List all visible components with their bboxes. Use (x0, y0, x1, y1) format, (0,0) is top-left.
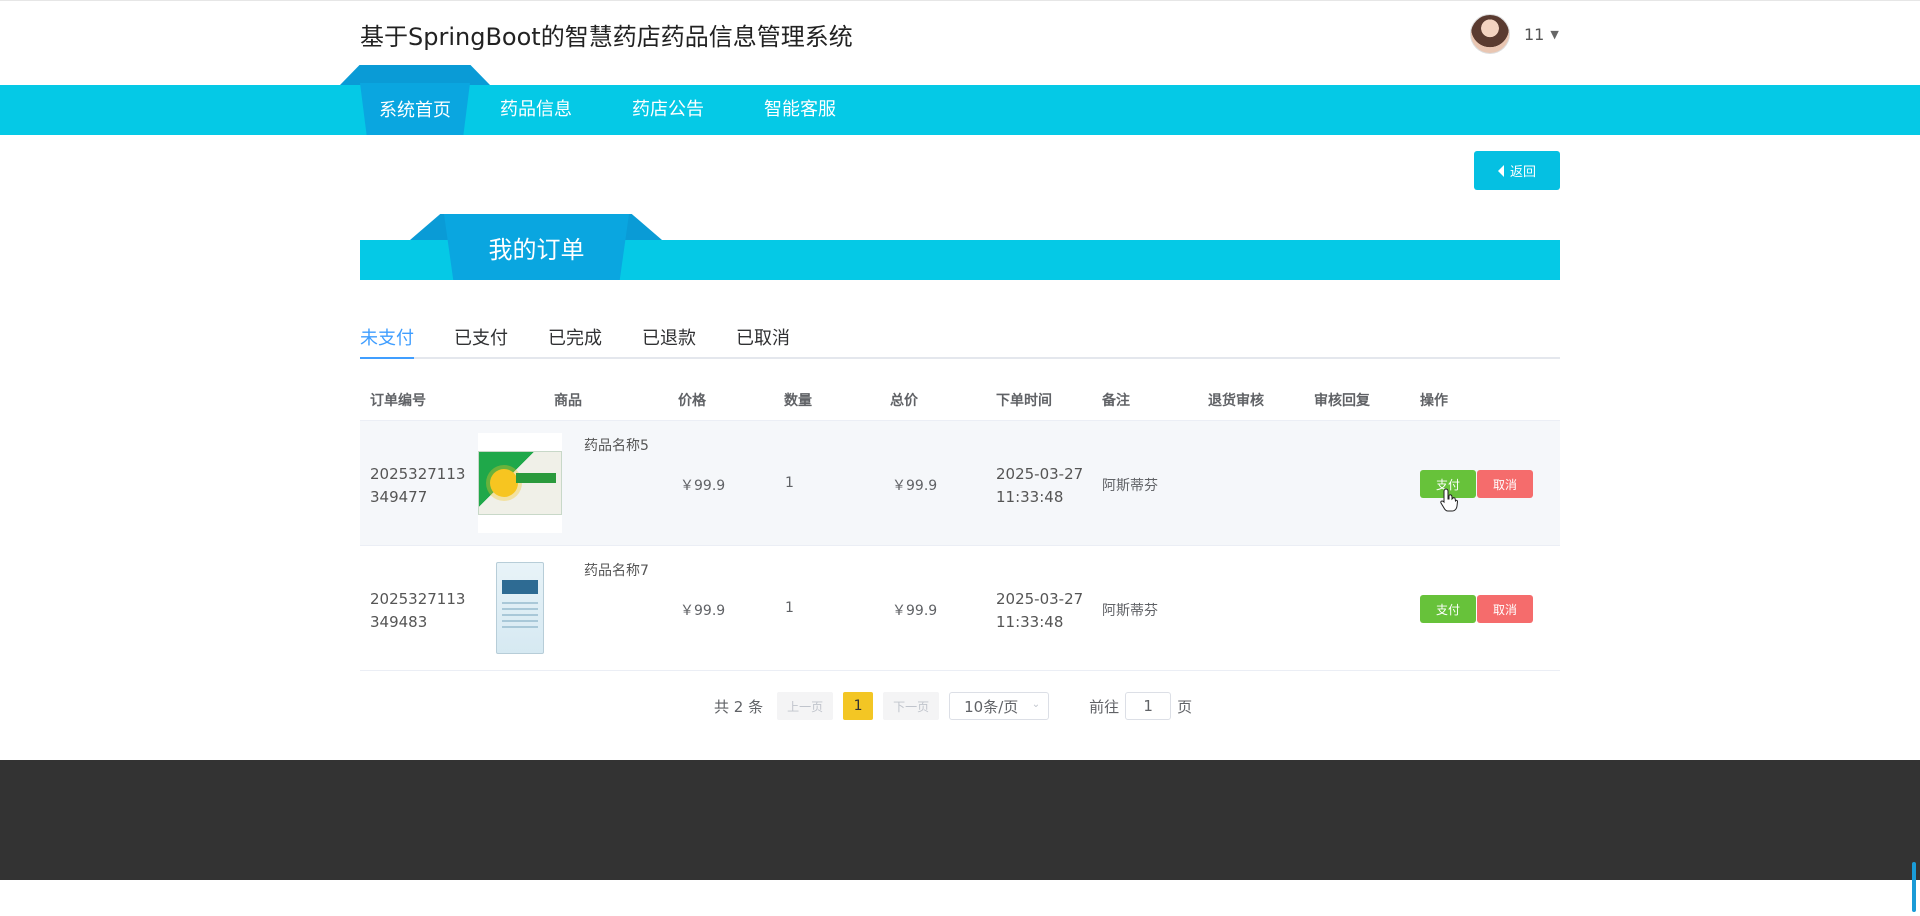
active-tab-underline (360, 357, 414, 359)
column-header: 价格 (678, 393, 706, 409)
pagination-total: 共 2 条 (714, 697, 764, 716)
caret-left-icon (1497, 164, 1504, 177)
chevron-down-icon: ⌄ (1031, 699, 1041, 710)
nav-item-home[interactable]: 系统首页 (340, 65, 490, 135)
column-header: 商品 (554, 393, 582, 409)
tab-cancelled[interactable]: 已取消 (736, 326, 790, 359)
nav-item-label[interactable]: 系统首页 (360, 83, 470, 135)
row-actions: 支付 取消 (1420, 470, 1533, 498)
package-band (516, 473, 556, 483)
pagination: 共 2 条 上一页 1 下一页 10条/页 ⌄ 前往 1 页 (714, 692, 1192, 720)
site-footer (0, 760, 1920, 880)
order-date: 2025-03-27 (996, 590, 1084, 608)
remark: 阿斯蒂芬 (1102, 478, 1158, 494)
column-header: 审核回复 (1314, 393, 1370, 409)
user-menu[interactable]: 11 ▼ (1470, 13, 1559, 55)
tab-refunded[interactable]: 已退款 (642, 326, 696, 359)
next-page-button[interactable]: 下一页 (883, 692, 940, 720)
table-row[interactable]: 2025327113 349483 药品名称7 ￥99.9 1 ￥99.9 20… (360, 546, 1560, 671)
goto-prefix: 前往 (1089, 697, 1120, 716)
column-header: 订单编号 (370, 393, 426, 409)
page-size-value: 10条/页 (964, 697, 1019, 716)
row-actions: 支付 取消 (1420, 595, 1533, 623)
cancel-button[interactable]: 取消 (1477, 595, 1533, 623)
tab-paid[interactable]: 已支付 (454, 326, 508, 359)
column-header: 总价 (890, 393, 918, 409)
product-image[interactable] (478, 558, 562, 658)
goto-page: 前往 1 页 (1089, 692, 1192, 720)
cancel-button[interactable]: 取消 (1477, 470, 1533, 498)
order-date: 2025-03-27 (996, 465, 1084, 483)
order-number: 2025327113 349477 (370, 463, 466, 509)
column-header: 退货审核 (1208, 393, 1264, 409)
column-header: 下单时间 (996, 393, 1052, 409)
total-price: ￥99.9 (892, 478, 938, 494)
quantity: 1 (785, 475, 794, 491)
nav-item-notice[interactable]: 药店公告 (632, 85, 704, 135)
quantity: 1 (785, 600, 794, 616)
orders-table: 订单编号 商品 价格 数量 总价 下单时间 备注 退货审核 审核回复 操作 20… (360, 378, 1560, 671)
page-number-current[interactable]: 1 (843, 692, 874, 720)
order-time: 2025-03-27 11:33:48 (996, 588, 1096, 634)
box-label (502, 580, 538, 594)
scrollbar-thumb[interactable] (1912, 862, 1916, 912)
nav-active-cap (340, 65, 490, 85)
order-clock: 11:33:48 (996, 488, 1064, 506)
table-header: 订单编号 商品 价格 数量 总价 下单时间 备注 退货审核 审核回复 操作 (360, 378, 1560, 421)
goto-page-input[interactable]: 1 (1125, 692, 1172, 720)
order-time: 2025-03-27 11:33:48 (996, 463, 1096, 509)
remark: 阿斯蒂芬 (1102, 603, 1158, 619)
price: ￥99.9 (680, 478, 726, 494)
order-number-line: 349477 (370, 488, 428, 506)
order-number-line: 2025327113 (370, 590, 466, 608)
tab-unpaid[interactable]: 未支付 (360, 326, 414, 359)
hand-cursor-icon (1440, 488, 1458, 512)
order-number-line: 349483 (370, 613, 428, 631)
main-nav (0, 85, 1920, 135)
pay-button[interactable]: 支付 (1420, 595, 1476, 623)
package-graphic (490, 469, 518, 497)
nav-item-medicine[interactable]: 药品信息 (500, 85, 572, 135)
chevron-down-icon[interactable]: ▼ (1550, 28, 1558, 41)
user-name[interactable]: 11 (1524, 25, 1544, 44)
back-button-label: 返回 (1509, 165, 1536, 180)
price: ￥99.9 (680, 603, 726, 619)
page-size-select[interactable]: 10条/页 ⌄ (949, 692, 1050, 720)
total-price: ￥99.9 (892, 603, 938, 619)
prev-page-button[interactable]: 上一页 (777, 692, 834, 720)
goto-suffix: 页 (1177, 697, 1193, 716)
product-name: 药品名称5 (584, 438, 649, 454)
order-number: 2025327113 349483 (370, 588, 466, 634)
site-header: 基于SpringBoot的智慧药店药品信息管理系统 11 ▼ (0, 0, 1920, 85)
site-title: 基于SpringBoot的智慧药店药品信息管理系统 (360, 23, 853, 51)
box-text (502, 602, 538, 630)
table-row[interactable]: 2025327113 349477 药品名称5 ￥99.9 1 ￥99.9 20… (360, 421, 1560, 546)
section-title: 我的订单 (444, 214, 629, 280)
column-header: 数量 (784, 393, 812, 409)
avatar[interactable] (1470, 14, 1510, 54)
order-number-line: 2025327113 (370, 465, 466, 483)
back-button[interactable]: 返回 (1474, 151, 1560, 190)
order-clock: 11:33:48 (996, 613, 1064, 631)
product-name: 药品名称7 (584, 563, 649, 579)
nav-item-service[interactable]: 智能客服 (764, 85, 836, 135)
column-header: 操作 (1420, 393, 1448, 409)
tab-completed[interactable]: 已完成 (548, 326, 602, 359)
order-status-tabs: 未支付 已支付 已完成 已退款 已取消 (360, 326, 1560, 359)
column-header: 备注 (1102, 393, 1130, 409)
product-image[interactable] (478, 433, 562, 533)
